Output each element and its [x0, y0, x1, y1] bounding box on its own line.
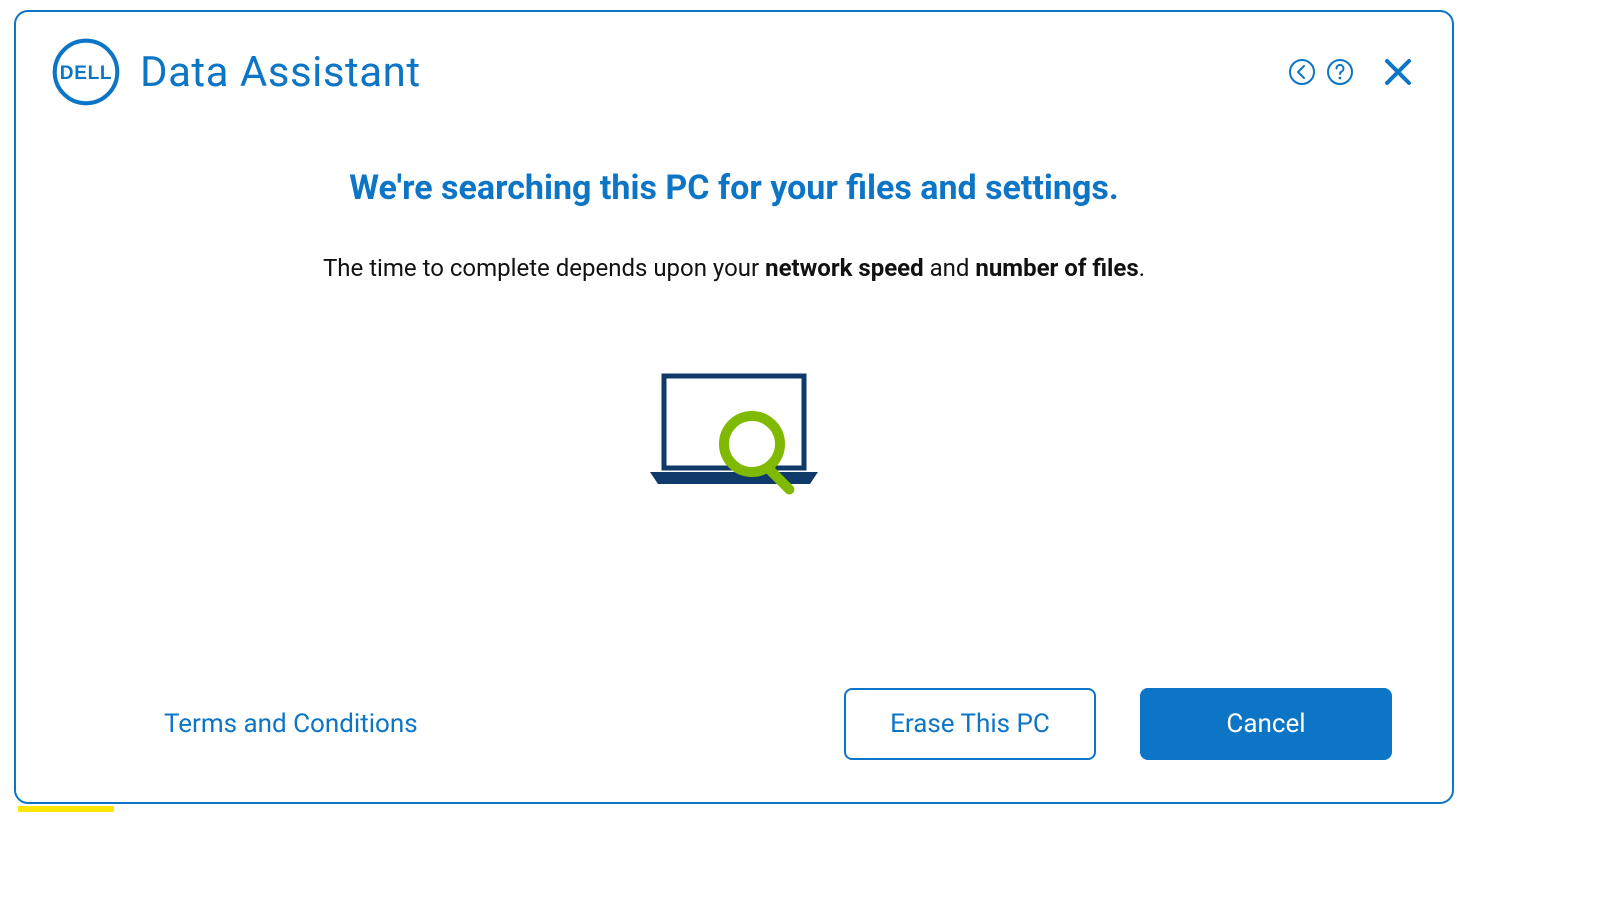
dell-logo-text: DELL — [60, 63, 112, 84]
titlebar-actions — [1286, 54, 1416, 90]
close-icon — [1383, 57, 1413, 87]
page-subtext: The time to complete depends upon your n… — [16, 254, 1452, 282]
dell-logo-icon: DELL — [52, 38, 120, 106]
footer: Terms and Conditions Erase This PC Cance… — [16, 688, 1452, 760]
subtext-prefix: The time to complete depends upon your — [323, 254, 765, 282]
cancel-button[interactable]: Cancel — [1140, 688, 1392, 760]
app-window: DELL Data Assistant — [14, 10, 1454, 804]
subtext-bold2: number of files — [975, 254, 1138, 282]
main-content: We're searching this PC for your files a… — [16, 112, 1452, 506]
titlebar: DELL Data Assistant — [16, 12, 1452, 112]
laptop-search-icon — [644, 372, 824, 502]
highlight-mark — [18, 806, 114, 812]
back-button[interactable] — [1286, 56, 1318, 88]
subtext-mid: and — [924, 254, 976, 282]
help-circle-icon — [1326, 58, 1354, 86]
close-button[interactable] — [1380, 54, 1416, 90]
app-title: Data Assistant — [140, 48, 421, 97]
brand-block: DELL Data Assistant — [52, 38, 421, 106]
terms-link[interactable]: Terms and Conditions — [164, 709, 418, 739]
help-button[interactable] — [1324, 56, 1356, 88]
erase-pc-button[interactable]: Erase This PC — [844, 688, 1096, 760]
subtext-bold1: network speed — [765, 254, 924, 282]
subtext-suffix: . — [1139, 254, 1145, 282]
page-headline: We're searching this PC for your files a… — [16, 168, 1452, 208]
chevron-left-circle-icon — [1288, 58, 1316, 86]
